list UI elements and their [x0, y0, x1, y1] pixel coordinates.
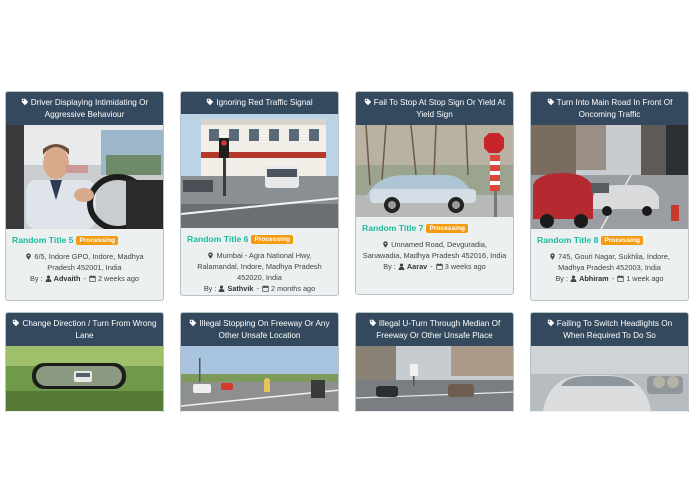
by-label: By :	[555, 274, 569, 283]
time-ago: 3 weeks ago	[444, 262, 486, 271]
tag-icon	[190, 319, 197, 327]
report-meta: By : Advaith - 2 weeks ago	[30, 274, 139, 283]
card-heading: Fail To Stop At Stop Sign Or Yield At Yi…	[356, 92, 513, 125]
report-title[interactable]: Random Title 5 Processing	[12, 235, 157, 245]
report-meta: By : Sathvik - 2 months ago	[203, 284, 316, 293]
report-meta: By : Aarav - 3 weeks ago	[383, 262, 486, 271]
report-card[interactable]: Illegal Stopping On Freeway Or Any Other…	[180, 312, 339, 412]
user-icon	[218, 285, 225, 292]
report-title-text[interactable]: Random Title 7	[362, 223, 423, 233]
tag-icon	[13, 319, 20, 327]
user-icon	[45, 275, 52, 282]
driver-photo[interactable]	[6, 125, 163, 229]
calendar-icon	[262, 285, 269, 292]
card-heading-text: Failing To Switch Headlights On When Req…	[556, 319, 673, 340]
tag-icon	[369, 319, 376, 327]
report-title-text[interactable]: Random Title 8	[537, 235, 598, 245]
report-title[interactable]: Random Title 7 Processing	[362, 223, 507, 233]
mirror-photo[interactable]	[6, 346, 163, 411]
calendar-icon	[617, 275, 624, 282]
author-name[interactable]: Sathvik	[227, 284, 253, 293]
address-text: Mumbai - Agra National Hwy, Ralamandal, …	[197, 251, 322, 282]
card-heading: Ignoring Red Traffic Signal	[181, 92, 338, 114]
card-heading: Failing To Switch Headlights On When Req…	[531, 313, 688, 346]
tag-icon	[547, 98, 554, 106]
report-card[interactable]: Ignoring Red Traffic Signal Random Title…	[180, 91, 339, 296]
time-ago: 2 months ago	[270, 284, 316, 293]
by-label: By :	[30, 274, 43, 283]
freeway-photo[interactable]	[181, 346, 338, 411]
user-icon	[570, 275, 577, 282]
map-marker-icon	[383, 241, 388, 248]
status-badge: Processing	[76, 236, 119, 245]
status-badge: Processing	[601, 236, 644, 245]
report-title[interactable]: Random Title 6 Processing	[187, 234, 332, 244]
card-heading-text: Turn Into Main Road In Front Of Oncoming…	[556, 98, 673, 119]
report-meta: By : Abhiram - 1 week ago	[555, 274, 664, 283]
report-address: 6/5, Indore GPO, Indore, Madhya Pradesh …	[12, 251, 157, 273]
card-heading: Turn Into Main Road In Front Of Oncoming…	[531, 92, 688, 125]
card-heading-text: Illegal Stopping On Freeway Or Any Other…	[199, 319, 330, 340]
author-name[interactable]: Abhiram	[579, 274, 609, 283]
card-heading-text: Fail To Stop At Stop Sign Or Yield At Yi…	[373, 98, 506, 119]
card-heading-text: Illegal U-Turn Through Median Of Freeway…	[376, 319, 501, 340]
report-card[interactable]: Change Direction / Turn From Wrong Lane	[5, 312, 164, 412]
report-card[interactable]: Turn Into Main Road In Front Of Oncoming…	[530, 91, 689, 301]
status-badge: Processing	[251, 235, 294, 244]
tag-icon	[547, 319, 554, 327]
report-title-text[interactable]: Random Title 6	[187, 234, 248, 244]
report-address: Unnamed Road, Devguradia, Sanawadia, Mad…	[362, 239, 507, 261]
report-card[interactable]: Failing To Switch Headlights On When Req…	[530, 312, 689, 412]
card-heading: Illegal Stopping On Freeway Or Any Other…	[181, 313, 338, 346]
status-badge: Processing	[426, 224, 469, 233]
card-heading: Driver Displaying Intimidating Or Aggres…	[6, 92, 163, 125]
card-heading-text: Driver Displaying Intimidating Or Aggres…	[30, 98, 149, 119]
card-heading: Change Direction / Turn From Wrong Lane	[6, 313, 163, 346]
traffic-signal-photo[interactable]	[181, 114, 338, 228]
report-address: Mumbai - Agra National Hwy, Ralamandal, …	[187, 250, 332, 283]
report-card[interactable]: Illegal U-Turn Through Median Of Freeway…	[355, 312, 514, 412]
tag-icon	[364, 98, 371, 106]
author-name[interactable]: Advaith	[54, 274, 81, 283]
tag-icon	[21, 98, 28, 106]
map-marker-icon	[208, 252, 214, 259]
author-name[interactable]: Aarav	[407, 262, 427, 271]
address-text: 745, Gouri Nagar, Sukhlia, Indore, Madhy…	[558, 252, 670, 272]
report-card[interactable]: Fail To Stop At Stop Sign Or Yield At Yi…	[355, 91, 514, 295]
fog-car-photo[interactable]	[531, 346, 688, 411]
map-marker-icon	[550, 253, 555, 260]
card-heading-text: Change Direction / Turn From Wrong Lane	[22, 319, 157, 340]
address-text: 6/5, Indore GPO, Indore, Madhya Pradesh …	[34, 252, 144, 272]
by-label: By :	[383, 262, 396, 271]
calendar-icon	[436, 263, 443, 270]
report-title[interactable]: Random Title 8 Processing	[537, 235, 682, 245]
time-ago: 1 week ago	[626, 274, 664, 283]
report-card[interactable]: Driver Displaying Intimidating Or Aggres…	[5, 91, 164, 301]
calendar-icon	[89, 275, 96, 282]
tag-icon	[207, 98, 214, 106]
stop-sign-photo[interactable]	[356, 125, 513, 217]
card-heading: Illegal U-Turn Through Median Of Freeway…	[356, 313, 513, 346]
report-address: 745, Gouri Nagar, Sukhlia, Indore, Madhy…	[537, 251, 682, 273]
report-title-text[interactable]: Random Title 5	[12, 235, 73, 245]
user-icon	[398, 263, 405, 270]
map-marker-icon	[26, 253, 32, 260]
by-label: By :	[203, 284, 217, 293]
card-heading-text: Ignoring Red Traffic Signal	[216, 98, 313, 107]
time-ago: 2 weeks ago	[97, 274, 139, 283]
u-turn-photo[interactable]	[356, 346, 513, 411]
street-traffic-photo[interactable]	[531, 125, 688, 229]
